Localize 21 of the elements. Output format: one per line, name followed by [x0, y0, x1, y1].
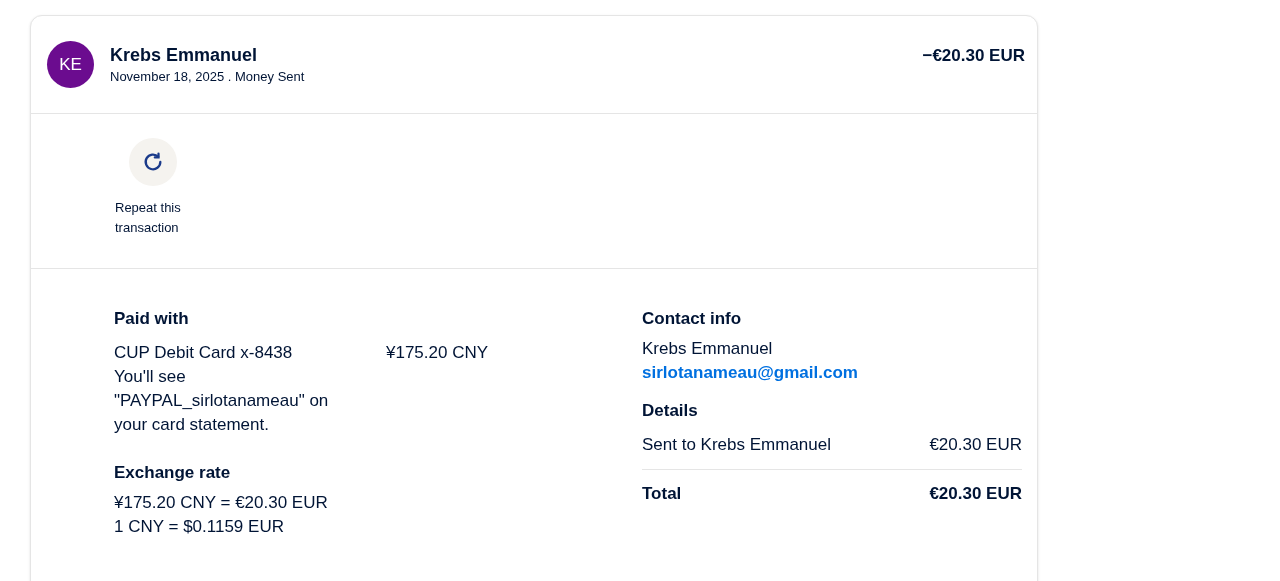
card-amount: ¥175.20 CNY — [386, 342, 489, 364]
card-name: CUP Debit Card x-8438 — [114, 342, 294, 364]
repeat-transaction-button[interactable]: Repeat this transaction — [113, 138, 193, 268]
section-heading: Details — [642, 400, 699, 422]
contact-name: Krebs Emmanuel — [642, 338, 774, 360]
avatar-initials: KE — [47, 41, 94, 88]
transaction-date-type: November 18, 2025 . Money Sent — [110, 67, 305, 86]
section-heading: Exchange rate — [114, 462, 232, 484]
exchange-rate-line: 1 CNY = $0.1159 EUR — [114, 516, 285, 538]
statement-note: You'll see "PAYPAL_sirlotanameau" on your card statement. — [114, 366, 330, 436]
payee-name: Krebs Emmanuel — [110, 43, 259, 67]
transaction-amount: −€20.30 EUR — [922, 45, 1025, 67]
detail-value: €20.30 EUR — [929, 434, 1022, 456]
refresh-icon — [129, 138, 177, 186]
total-label: Total — [642, 483, 682, 505]
section-heading: Paid with — [114, 308, 190, 330]
section-heading: Contact info — [642, 308, 743, 330]
email-link[interactable]: sirlotanameau@gmail.com — [642, 361, 858, 385]
exchange-rate-line: ¥175.20 CNY = €20.30 EUR — [114, 492, 329, 514]
total-value: €20.30 EUR — [929, 483, 1022, 505]
detail-label: Sent to Krebs Emmanuel — [642, 434, 831, 456]
